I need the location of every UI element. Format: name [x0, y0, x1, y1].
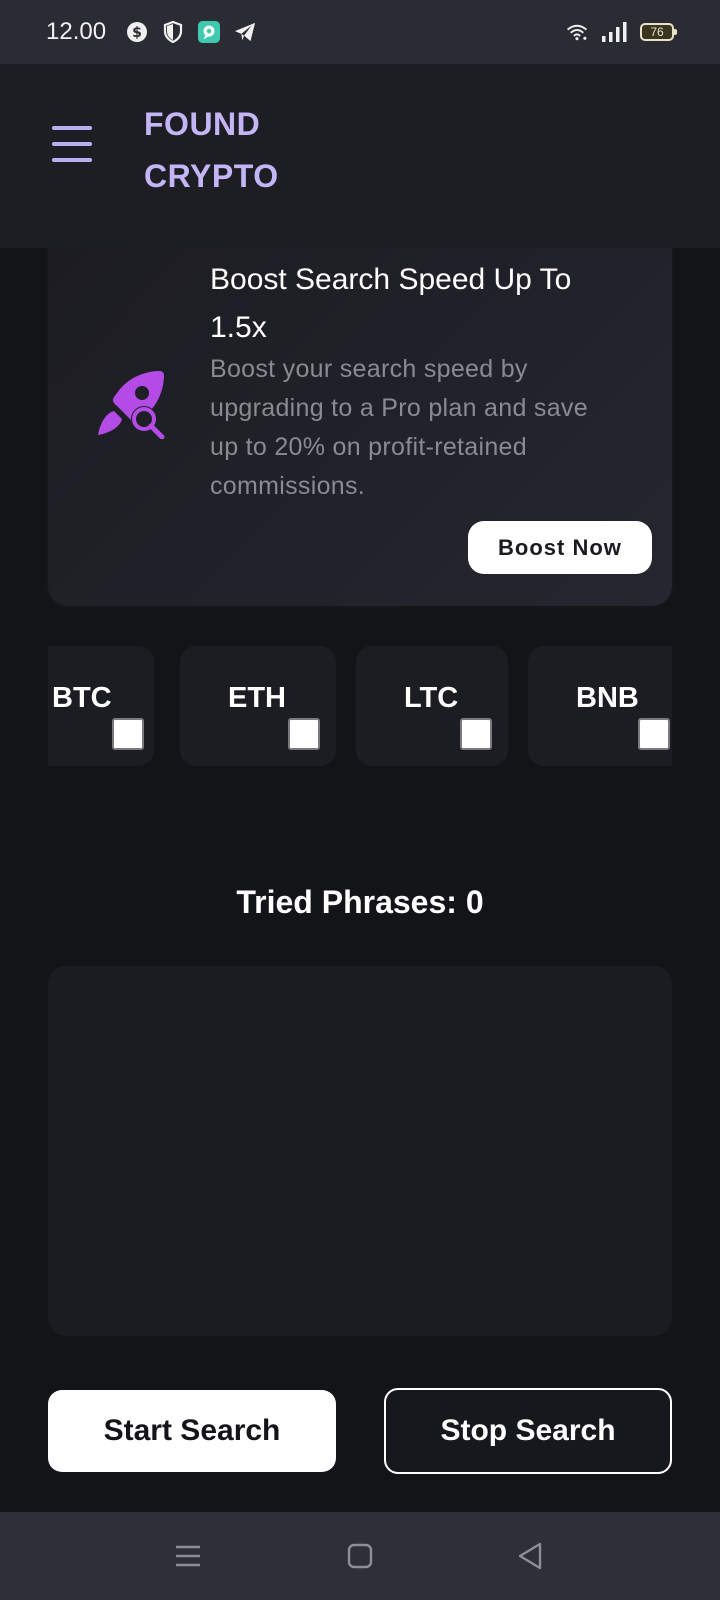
back-icon[interactable]: [508, 1534, 552, 1578]
start-search-button[interactable]: Start Search: [48, 1390, 336, 1472]
status-bar: 12.00 $ 76: [0, 0, 720, 64]
coin-label: BTC: [52, 682, 112, 714]
tried-phrases-counter: Tried Phrases: 0: [0, 884, 720, 921]
recent-apps-icon[interactable]: [166, 1534, 210, 1578]
promo-title-line1: Boost Search Speed Up To: [210, 263, 572, 296]
coin-label: BNB: [576, 682, 639, 714]
promo-title: Boost Search Speed Up To 1.5x: [210, 256, 630, 352]
app-title-line2: CRYPTO: [144, 158, 279, 194]
rocket-search-icon: [96, 367, 168, 440]
coin-option-eth[interactable]: ETH: [180, 646, 336, 766]
chat-app-icon: [198, 21, 221, 43]
app-header: FOUND CRYPTO: [0, 64, 720, 248]
dollar-circle-icon: $: [126, 21, 148, 43]
menu-line: [52, 158, 92, 162]
boost-now-button[interactable]: Boost Now: [468, 521, 652, 574]
promo-description: Boost your search speed by upgrading to …: [210, 350, 650, 506]
coin-label: ETH: [228, 682, 286, 714]
promo-title-line2: 1.5x: [210, 311, 267, 344]
coin-checkbox[interactable]: [460, 718, 492, 750]
home-icon[interactable]: [338, 1534, 382, 1578]
status-right: 76: [566, 21, 677, 43]
status-left: 12.00 $: [46, 18, 256, 46]
tried-phrases-label: Tried Phrases:: [236, 884, 457, 920]
stop-search-button[interactable]: Stop Search: [384, 1388, 672, 1474]
coin-checkbox[interactable]: [112, 718, 144, 750]
tried-phrases-count: 0: [465, 884, 484, 920]
battery-icon: 76: [640, 23, 677, 41]
signal-icon: [600, 21, 628, 43]
coin-checkbox[interactable]: [288, 718, 320, 750]
coin-checkbox[interactable]: [638, 718, 670, 750]
coin-label: LTC: [404, 682, 459, 714]
app-title: FOUND CRYPTO: [144, 98, 344, 202]
system-nav-bar: [0, 1512, 720, 1600]
coin-option-btc[interactable]: BTC: [48, 646, 154, 766]
app-title-line1: FOUND: [144, 106, 261, 142]
coin-option-ltc[interactable]: LTC: [356, 646, 508, 766]
menu-line: [52, 126, 92, 130]
promo-desc-line: Boost your search speed by: [210, 355, 528, 383]
menu-line: [52, 142, 92, 146]
boost-promo-card: Boost Search Speed Up To 1.5x Boost your…: [46, 220, 674, 608]
wifi-icon: [566, 21, 588, 43]
coin-option-bnb[interactable]: BNB: [528, 646, 672, 766]
promo-desc-line: upgrading to a Pro plan and save: [210, 394, 588, 422]
shield-icon: [162, 21, 184, 43]
telegram-icon: [234, 21, 256, 43]
promo-desc-line: commissions.: [210, 472, 366, 500]
coin-selector-row: BTC ETH LTC BNB: [48, 646, 672, 766]
hamburger-menu-icon[interactable]: [52, 126, 92, 162]
status-time: 12.00: [46, 18, 107, 45]
promo-desc-line: up to 20% on profit-retained: [210, 433, 527, 461]
svg-text:$: $: [132, 25, 142, 41]
search-results-panel[interactable]: [48, 966, 672, 1336]
